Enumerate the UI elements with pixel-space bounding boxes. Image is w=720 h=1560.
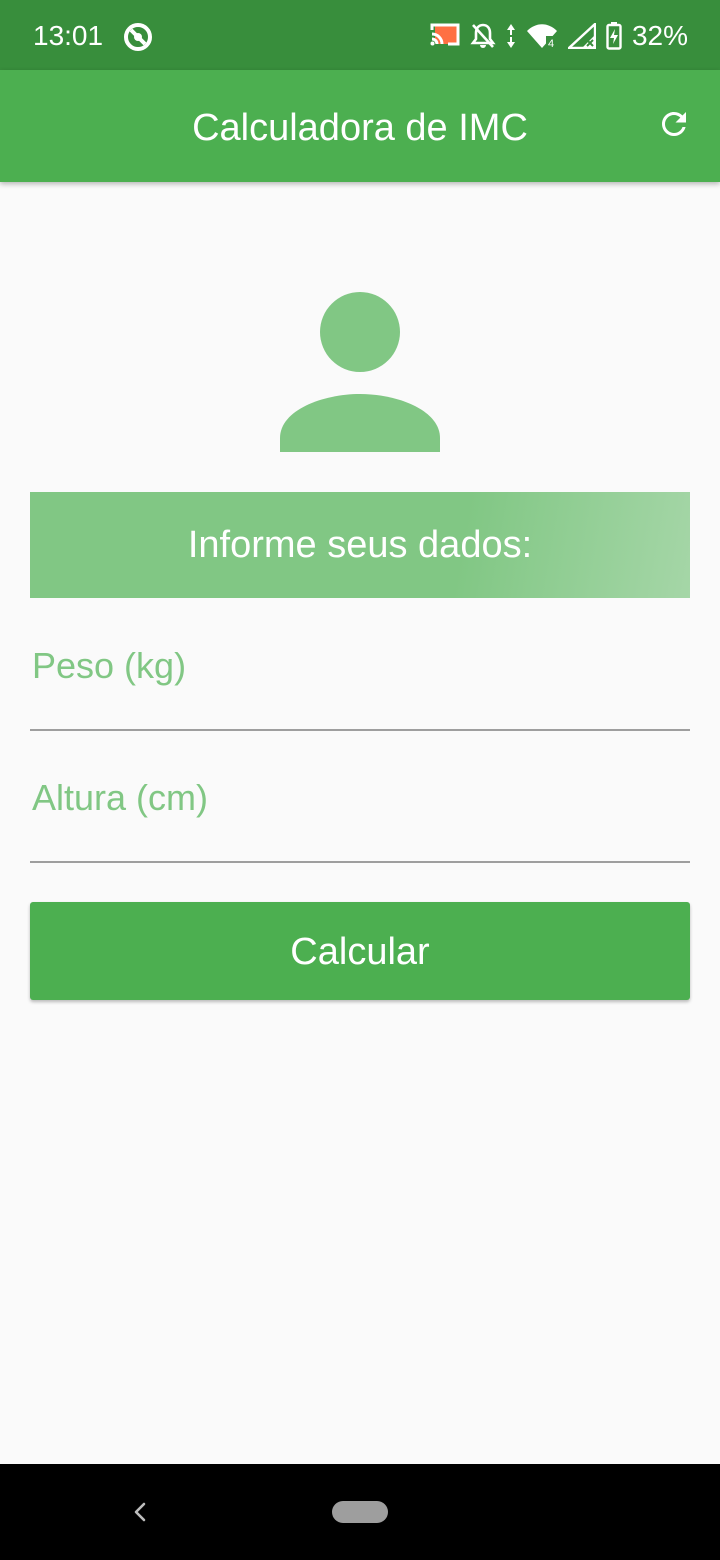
signal-icon	[567, 23, 596, 49]
refresh-icon	[656, 106, 692, 147]
height-field[interactable]: Altura (cm)	[30, 742, 690, 863]
battery-percent: 32%	[631, 20, 688, 51]
home-pill-icon[interactable]	[332, 1501, 388, 1523]
status-time: 13:01	[33, 20, 104, 51]
cast-icon	[430, 22, 460, 50]
info-banner-text: Informe seus dados:	[187, 524, 533, 566]
back-icon[interactable]	[124, 1496, 156, 1528]
wifi-icon: 4	[526, 23, 558, 49]
svg-text:4: 4	[548, 38, 554, 49]
height-field-label: Altura (cm)	[32, 777, 209, 818]
vpn-icon	[122, 21, 154, 53]
app-bar: Calculadora de IMC	[0, 70, 720, 182]
height-field-underline	[30, 861, 690, 863]
data-arrows-icon	[506, 23, 516, 49]
battery-icon	[606, 22, 622, 50]
mute-icon	[470, 22, 496, 50]
nav-bar	[0, 1464, 720, 1560]
weight-field-underline	[30, 729, 690, 731]
calculate-button-label: Calcular	[290, 931, 430, 973]
app-title: Calculadora de IMC	[192, 107, 528, 149]
refresh-button[interactable]	[646, 98, 702, 154]
weight-field-label: Peso (kg)	[32, 645, 187, 686]
info-banner: Informe seus dados:	[30, 492, 690, 598]
status-icons: 4 32%	[430, 18, 688, 54]
person-icon	[268, 280, 452, 464]
weight-field[interactable]: Peso (kg)	[30, 610, 690, 731]
status-bar: 13:01 4 32%	[0, 0, 720, 70]
calculate-button[interactable]: Calcular	[30, 902, 690, 1000]
